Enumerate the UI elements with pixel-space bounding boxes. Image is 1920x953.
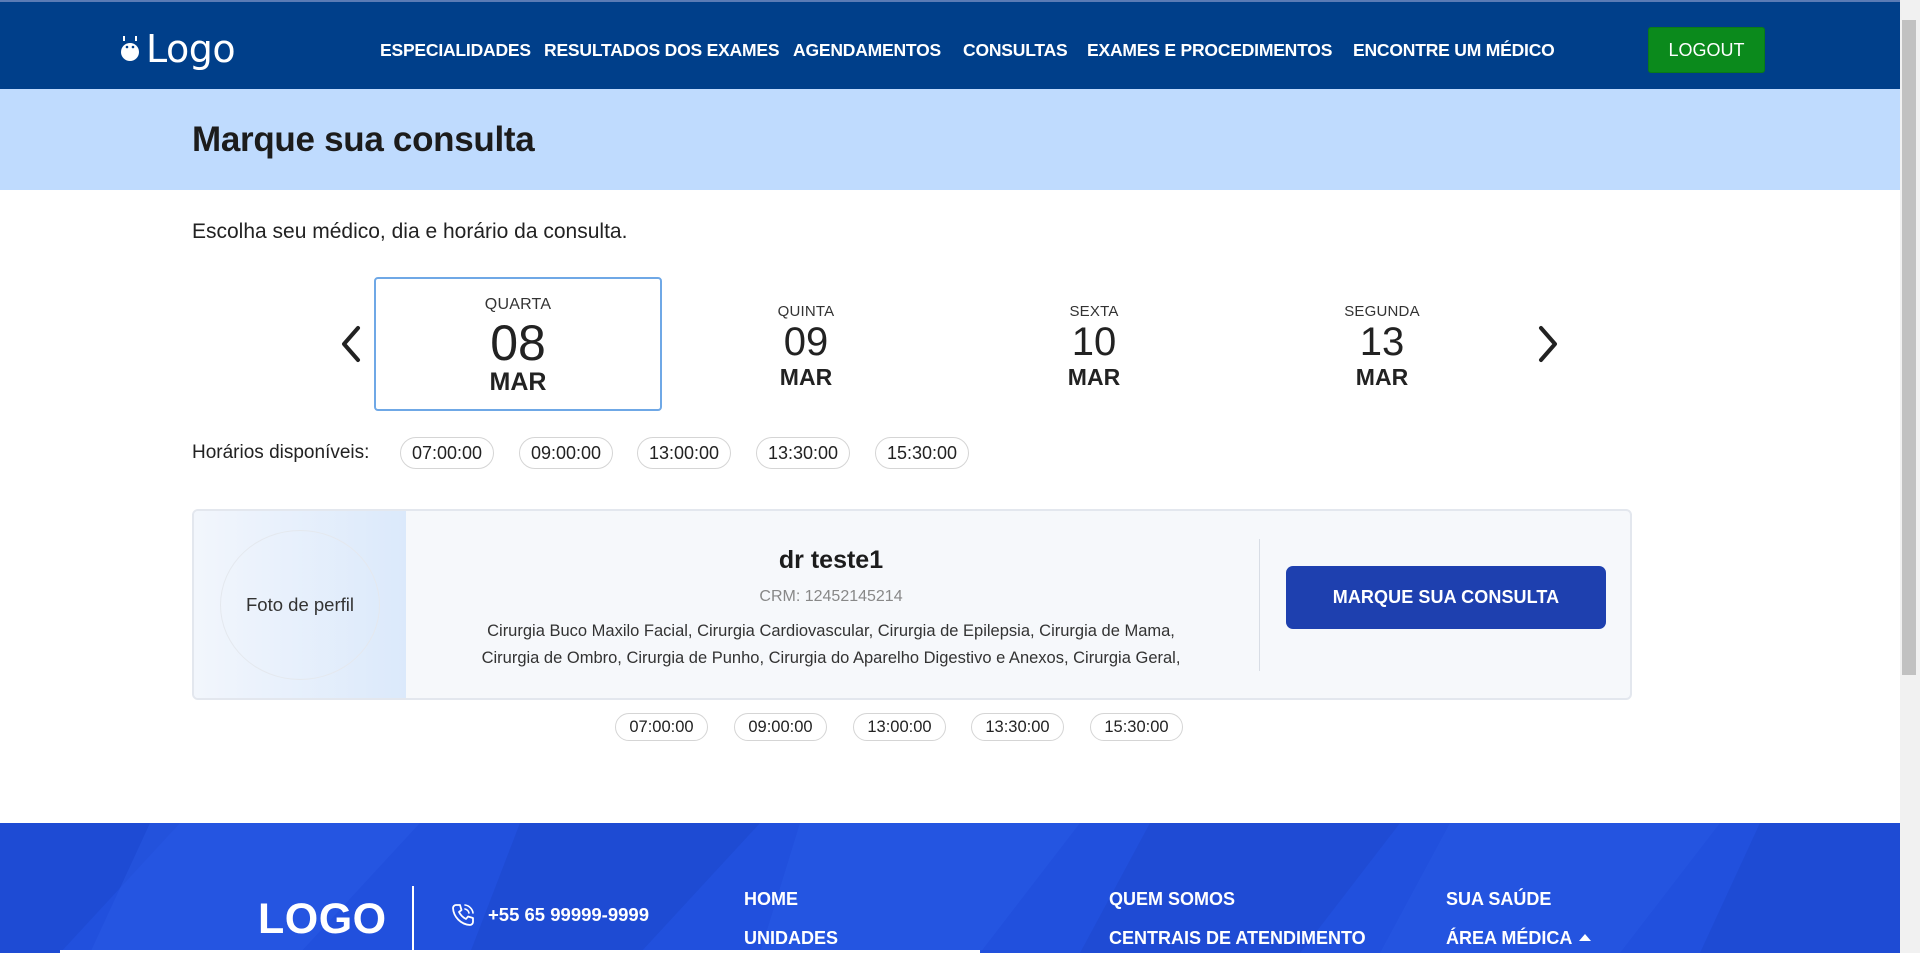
top-navbar: Logo ESPECIALIDADES RESULTADOS DOS EXAME…: [0, 0, 1900, 89]
available-times-label: Horários disponíveis:: [192, 442, 370, 463]
phone-number: +55 65 99999-9999: [488, 904, 649, 925]
date-card[interactable]: SEXTA 10 MAR: [950, 277, 1238, 411]
nav-exames-procedimentos[interactable]: EXAMES E PROCEDIMENTOS: [1087, 40, 1332, 61]
date-weekday: QUINTA: [777, 303, 835, 320]
nav-especialidades[interactable]: ESPECIALIDADES: [380, 40, 531, 61]
caret-up-icon: [1579, 934, 1592, 941]
card-divider: [1259, 539, 1260, 671]
chevron-left-icon: [342, 326, 360, 362]
doctor-time-slot[interactable]: 13:30:00: [971, 713, 1064, 741]
doctor-time-slot[interactable]: 07:00:00: [615, 713, 708, 741]
doctor-photo-panel: Foto de perfil: [194, 511, 406, 698]
prev-dates-button[interactable]: [336, 322, 366, 366]
logo-text: Logo: [146, 27, 236, 71]
footer-link-sua-saude[interactable]: SUA SAÚDE: [1446, 889, 1551, 910]
date-card[interactable]: SEGUNDA 13 MAR: [1238, 277, 1526, 411]
time-slot[interactable]: 09:00:00: [519, 437, 613, 469]
date-month: MAR: [779, 364, 833, 390]
date-card[interactable]: QUARTA 08 MAR: [374, 277, 662, 411]
date-month: MAR: [1067, 364, 1121, 390]
doctor-specialties: Cirurgia Buco Maxilo Facial, Cirurgia Ca…: [426, 618, 1236, 672]
footer-link-centrais[interactable]: CENTRAIS DE ATENDIMENTO: [1109, 928, 1366, 949]
site-logo[interactable]: Logo: [120, 27, 236, 71]
next-dates-button[interactable]: [1533, 322, 1563, 366]
date-day: 08: [490, 315, 546, 371]
time-slot[interactable]: 15:30:00: [875, 437, 969, 469]
phone-icon: [452, 904, 474, 926]
specialties-line: Cirurgia de Ombro, Cirurgia de Punho, Ci…: [481, 649, 1181, 667]
page-title: Marque sua consulta: [192, 120, 535, 159]
chevron-right-icon: [1539, 326, 1557, 362]
footer-link-area-medica[interactable]: ÁREA MÉDICA: [1446, 928, 1592, 949]
date-weekday: SEGUNDA: [1344, 303, 1420, 320]
time-slot[interactable]: 13:00:00: [637, 437, 731, 469]
footer-separator: [412, 886, 414, 953]
nav-resultados-exames[interactable]: RESULTADOS DOS EXAMES: [544, 40, 780, 61]
time-slot[interactable]: 13:30:00: [756, 437, 850, 469]
date-day: 09: [783, 320, 829, 364]
nav-consultas[interactable]: CONSULTAS: [963, 40, 1068, 61]
doctor-time-slot[interactable]: 15:30:00: [1090, 713, 1183, 741]
page-subtitle: Escolha seu médico, dia e horário da con…: [192, 220, 628, 243]
logout-button[interactable]: LOGOUT: [1648, 27, 1765, 73]
mascot-icon: [121, 36, 139, 61]
doctor-time-slot[interactable]: 13:00:00: [853, 713, 946, 741]
book-appointment-button[interactable]: MARQUE SUA CONSULTA: [1286, 566, 1606, 629]
footer-link-unidades[interactable]: UNIDADES: [744, 928, 838, 949]
doctor-avatar: Foto de perfil: [220, 530, 380, 680]
specialties-line: Cirurgia Buco Maxilo Facial, Cirurgia Ca…: [487, 622, 1175, 640]
nav-encontre-medico[interactable]: ENCONTRE UM MÉDICO: [1353, 40, 1555, 61]
scrollbar-thumb[interactable]: [1902, 20, 1916, 675]
doctor-time-slot[interactable]: 09:00:00: [734, 713, 827, 741]
doctor-name: dr teste1: [778, 546, 884, 574]
footer-link-home[interactable]: HOME: [744, 889, 798, 910]
doctor-info: dr teste1 CRM: 12452145214 Cirurgia Buco…: [406, 511, 1256, 698]
date-day: 10: [1071, 320, 1117, 364]
site-footer: LOGO +55 65 99999-9999 HOME UNIDADES QUE…: [0, 823, 1900, 953]
footer-phone[interactable]: +55 65 99999-9999: [450, 902, 649, 928]
footer-logo[interactable]: LOGO: [258, 895, 387, 944]
area-medica-label: ÁREA MÉDICA: [1446, 928, 1573, 948]
date-card[interactable]: QUINTA 09 MAR: [662, 277, 950, 411]
nav-agendamentos[interactable]: AGENDAMENTOS: [793, 40, 941, 61]
date-weekday: SEXTA: [1069, 303, 1119, 320]
date-month: MAR: [1355, 364, 1409, 390]
date-month: MAR: [489, 368, 547, 396]
time-slot[interactable]: 07:00:00: [400, 437, 494, 469]
doctor-crm: CRM: 12452145214: [759, 588, 903, 605]
doctor-card: Foto de perfil dr teste1 CRM: 1245214521…: [192, 509, 1632, 700]
date-weekday: QUARTA: [484, 296, 552, 313]
date-day: 13: [1359, 320, 1405, 364]
footer-link-quem-somos[interactable]: QUEM SOMOS: [1109, 889, 1235, 910]
